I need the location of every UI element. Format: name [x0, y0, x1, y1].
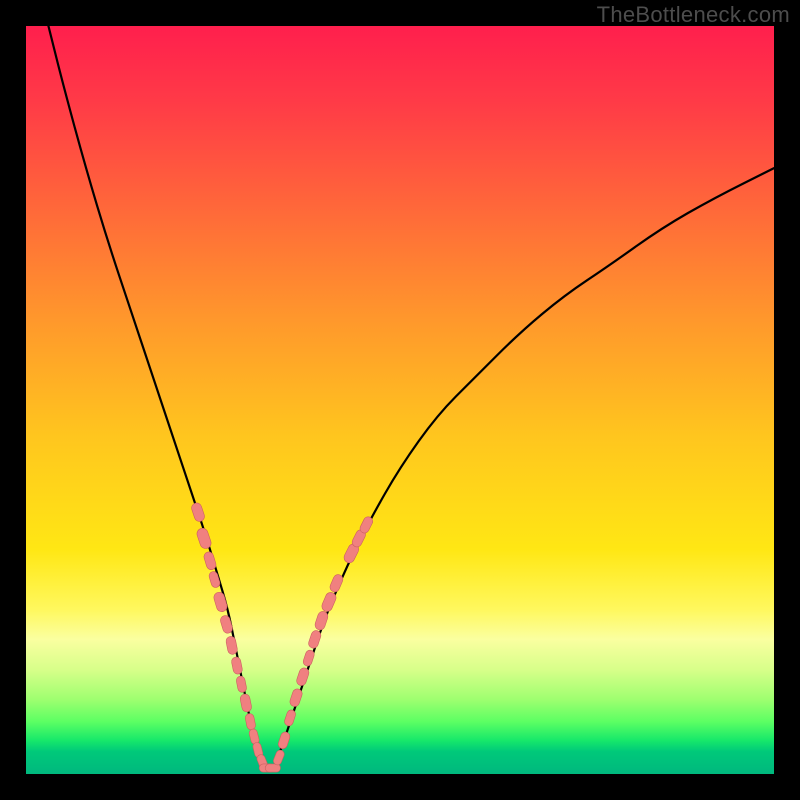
- watermark-text: TheBottleneck.com: [597, 2, 790, 28]
- plot-area: [26, 26, 774, 774]
- outer-frame: TheBottleneck.com: [0, 0, 800, 800]
- chart-background: [26, 26, 774, 774]
- chart-svg: [26, 26, 774, 774]
